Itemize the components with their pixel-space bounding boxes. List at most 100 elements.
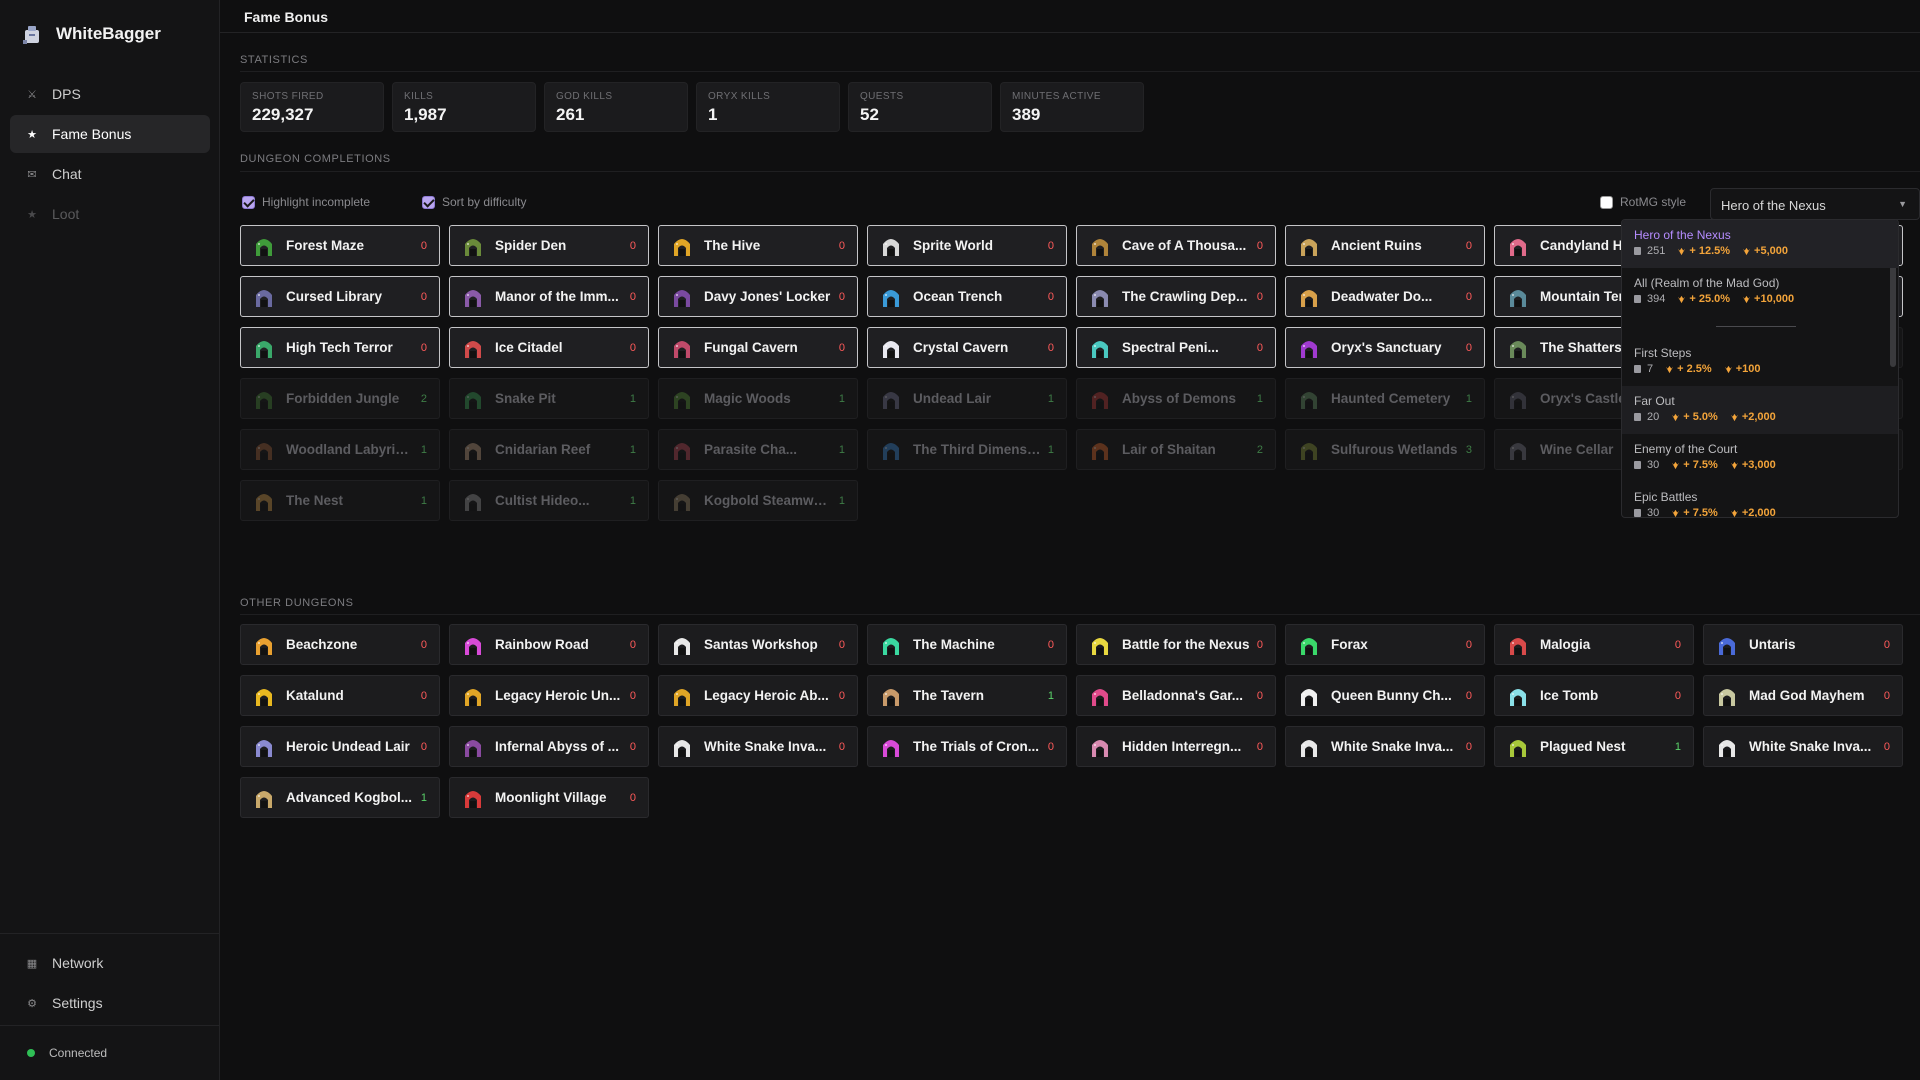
dungeon-tile[interactable]: Kogbold Steamwo... 1 bbox=[658, 480, 858, 521]
completion-count: 0 bbox=[629, 740, 636, 753]
sidebar-item-fame-bonus[interactable]: ★ Fame Bonus bbox=[10, 115, 210, 153]
completion-count: 0 bbox=[1465, 638, 1472, 651]
dungeon-tile[interactable]: Advanced Kogbol... 1 bbox=[240, 777, 440, 818]
sidebar-item-loot[interactable]: ★ Loot bbox=[10, 195, 210, 233]
dungeon-tile[interactable]: Crystal Cavern 0 bbox=[867, 327, 1067, 368]
dungeon-tile[interactable]: Fungal Cavern 0 bbox=[658, 327, 858, 368]
dungeon-tile[interactable]: Abyss of Demons 1 bbox=[1076, 378, 1276, 419]
rotmg-style-checkbox[interactable]: RotMG style bbox=[1600, 195, 1686, 209]
completion-count: 0 bbox=[1883, 638, 1890, 651]
checkbox-unchecked-icon[interactable] bbox=[1600, 195, 1613, 209]
dungeon-tile[interactable]: Spider Den 0 bbox=[449, 225, 649, 266]
dungeon-tile[interactable]: Deadwater Do... 0 bbox=[1285, 276, 1485, 317]
dungeon-tile[interactable]: Forax 0 bbox=[1285, 624, 1485, 665]
app-title: WhiteBagger bbox=[56, 24, 161, 43]
dungeon-tile[interactable]: Parasite Cha... 1 bbox=[658, 429, 858, 470]
dungeon-tile[interactable]: Cave of A Thousa... 0 bbox=[1076, 225, 1276, 266]
dungeon-tile[interactable]: The Crawling Dep... 0 bbox=[1076, 276, 1276, 317]
dungeon-tile[interactable]: Lair of Shaitan 2 bbox=[1076, 429, 1276, 470]
dungeon-tile[interactable]: The Trials of Cron... 0 bbox=[867, 726, 1067, 767]
dungeon-tile[interactable]: Malogia 0 bbox=[1494, 624, 1694, 665]
dungeon-tile[interactable]: Magic Woods 1 bbox=[658, 378, 858, 419]
dungeon-tile[interactable]: Ice Tomb 0 bbox=[1494, 675, 1694, 716]
dungeon-tile[interactable]: Sprite World 0 bbox=[867, 225, 1067, 266]
fame-icon bbox=[1678, 295, 1686, 303]
sidebar-item-network[interactable]: ▦ Network bbox=[10, 944, 210, 982]
dungeon-tile[interactable]: Belladonna's Gar... 0 bbox=[1076, 675, 1276, 716]
sidebar-item-dps[interactable]: ⚔ DPS bbox=[10, 75, 210, 113]
dungeon-tile[interactable]: Rainbow Road 0 bbox=[449, 624, 649, 665]
dungeon-tile[interactable]: Ice Citadel 0 bbox=[449, 327, 649, 368]
star-icon: ★ bbox=[27, 128, 37, 141]
dungeon-portal-icon bbox=[461, 234, 485, 258]
dungeon-name: Ocean Trench bbox=[913, 289, 1003, 304]
checkbox-checked-icon[interactable] bbox=[422, 195, 435, 209]
dungeon-tile[interactable]: Forbidden Jungle 2 bbox=[240, 378, 440, 419]
dungeon-tile[interactable]: Legacy Heroic Ab... 0 bbox=[658, 675, 858, 716]
dungeon-tile[interactable]: The Third Dimensi... 1 bbox=[867, 429, 1067, 470]
dungeon-tile[interactable]: Beachzone 0 bbox=[240, 624, 440, 665]
dungeon-tile[interactable]: The Nest 1 bbox=[240, 480, 440, 521]
dungeon-tile[interactable]: Ancient Ruins 0 bbox=[1285, 225, 1485, 266]
dropdown-option[interactable]: Hero of the Nexus 251 + 12.5% +5,000 bbox=[1622, 220, 1898, 268]
dungeon-tile[interactable]: Untaris 0 bbox=[1703, 624, 1903, 665]
dungeon-tile[interactable]: Woodland Labyrinth 1 bbox=[240, 429, 440, 470]
dungeon-tile[interactable]: Undead Lair 1 bbox=[867, 378, 1067, 419]
dropdown-option[interactable]: All (Realm of the Mad God) 394 + 25.0% +10,… bbox=[1622, 268, 1898, 316]
checkbox-checked-icon[interactable] bbox=[242, 195, 255, 209]
sidebar-item-chat[interactable]: ✉ Chat bbox=[10, 155, 210, 193]
option-title: Far Out bbox=[1634, 394, 1675, 408]
fame-bonus-select[interactable]: Hero of the Nexus ▼ bbox=[1710, 188, 1920, 220]
dungeon-tile[interactable]: Mad God Mayhem 0 bbox=[1703, 675, 1903, 716]
sidebar-item-settings[interactable]: ⚙ Settings bbox=[10, 984, 210, 1022]
dungeon-tile[interactable]: Hidden Interregn... 0 bbox=[1076, 726, 1276, 767]
dungeon-tile[interactable]: White Snake Inva... 0 bbox=[1285, 726, 1485, 767]
dungeon-tile[interactable]: Forest Maze 0 bbox=[240, 225, 440, 266]
dungeon-portal-icon bbox=[670, 684, 694, 708]
dungeon-tile[interactable]: Haunted Cemetery 1 bbox=[1285, 378, 1485, 419]
dungeon-tile[interactable]: Snake Pit 1 bbox=[449, 378, 649, 419]
dungeon-tile[interactable]: Oryx's Sanctuary 0 bbox=[1285, 327, 1485, 368]
dungeon-tile[interactable]: Battle for the Nexus 0 bbox=[1076, 624, 1276, 665]
dungeon-tile[interactable]: Santas Workshop 0 bbox=[658, 624, 858, 665]
bag-icon bbox=[1634, 413, 1641, 421]
dungeon-tile[interactable]: Davy Jones' Locker 0 bbox=[658, 276, 858, 317]
highlight-incomplete-checkbox[interactable]: Highlight incomplete bbox=[242, 195, 370, 209]
sort-by-difficulty-checkbox[interactable]: Sort by difficulty bbox=[422, 195, 526, 209]
dungeon-tile[interactable]: Infernal Abyss of ... 0 bbox=[449, 726, 649, 767]
dropdown-option[interactable]: Epic Battles 30 + 7.5% +2,000 bbox=[1622, 482, 1898, 517]
dungeon-name: Untaris bbox=[1749, 637, 1796, 652]
dungeon-name: Belladonna's Gar... bbox=[1122, 688, 1243, 703]
dropdown-option[interactable]: Enemy of the Court 30 + 7.5% +3,000 bbox=[1622, 434, 1898, 482]
dungeon-tile[interactable]: The Hive 0 bbox=[658, 225, 858, 266]
dungeon-tile[interactable]: Moonlight Village 0 bbox=[449, 777, 649, 818]
dungeon-name: Parasite Cha... bbox=[704, 442, 798, 457]
dungeon-tile[interactable]: Katalund 0 bbox=[240, 675, 440, 716]
dungeon-tile[interactable]: Plagued Nest 1 bbox=[1494, 726, 1694, 767]
dropdown-option[interactable]: First Steps 7 + 2.5% +100 bbox=[1622, 338, 1898, 386]
dungeon-tile[interactable]: High Tech Terror 0 bbox=[240, 327, 440, 368]
dungeon-tile[interactable]: Sulfurous Wetlands 3 bbox=[1285, 429, 1485, 470]
dropdown-option[interactable]: Far Out 20 + 5.0% +2,000 bbox=[1622, 386, 1898, 434]
dungeon-tile[interactable]: White Snake Inva... 0 bbox=[658, 726, 858, 767]
dungeon-tile[interactable]: Cursed Library 0 bbox=[240, 276, 440, 317]
dungeon-tile[interactable]: Legacy Heroic Un... 0 bbox=[449, 675, 649, 716]
dungeon-portal-icon bbox=[1297, 684, 1321, 708]
completion-count: 0 bbox=[1047, 290, 1054, 303]
dungeon-tile[interactable]: Spectral Peni... 0 bbox=[1076, 327, 1276, 368]
dungeon-tile[interactable]: The Machine 0 bbox=[867, 624, 1067, 665]
dungeon-tile[interactable]: Cultist Hideo... 1 bbox=[449, 480, 649, 521]
dungeon-tile[interactable]: The Tavern 1 bbox=[867, 675, 1067, 716]
dungeon-tile[interactable]: White Snake Inva... 0 bbox=[1703, 726, 1903, 767]
dungeon-tile[interactable]: Ocean Trench 0 bbox=[867, 276, 1067, 317]
dungeon-tile[interactable]: Manor of the Imm... 0 bbox=[449, 276, 649, 317]
status-dot-icon bbox=[27, 1049, 35, 1057]
completion-count: 0 bbox=[1047, 740, 1054, 753]
dungeon-portal-icon bbox=[670, 633, 694, 657]
dungeon-tile[interactable]: Queen Bunny Ch... 0 bbox=[1285, 675, 1485, 716]
dungeon-portal-icon bbox=[461, 285, 485, 309]
dungeon-portal-icon bbox=[252, 633, 276, 657]
divider bbox=[240, 171, 1920, 172]
dungeon-tile[interactable]: Heroic Undead Lair 0 bbox=[240, 726, 440, 767]
dungeon-tile[interactable]: Cnidarian Reef 1 bbox=[449, 429, 649, 470]
